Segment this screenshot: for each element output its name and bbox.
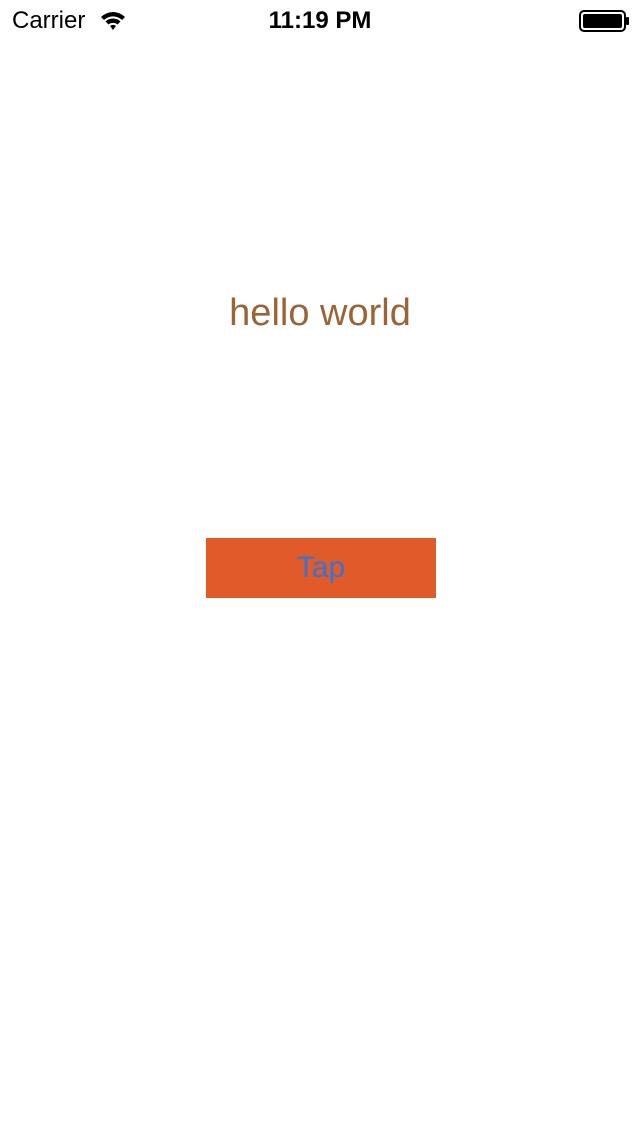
greeting-label: hello world — [229, 292, 411, 334]
tap-button[interactable]: Tap — [206, 538, 436, 598]
status-time: 11:19 PM — [268, 7, 372, 34]
status-bar: Carrier 11:19 PM — [0, 0, 640, 40]
app-screen: Carrier 11:19 PM hello world Tap — [0, 0, 640, 1136]
battery-icon — [579, 10, 629, 32]
